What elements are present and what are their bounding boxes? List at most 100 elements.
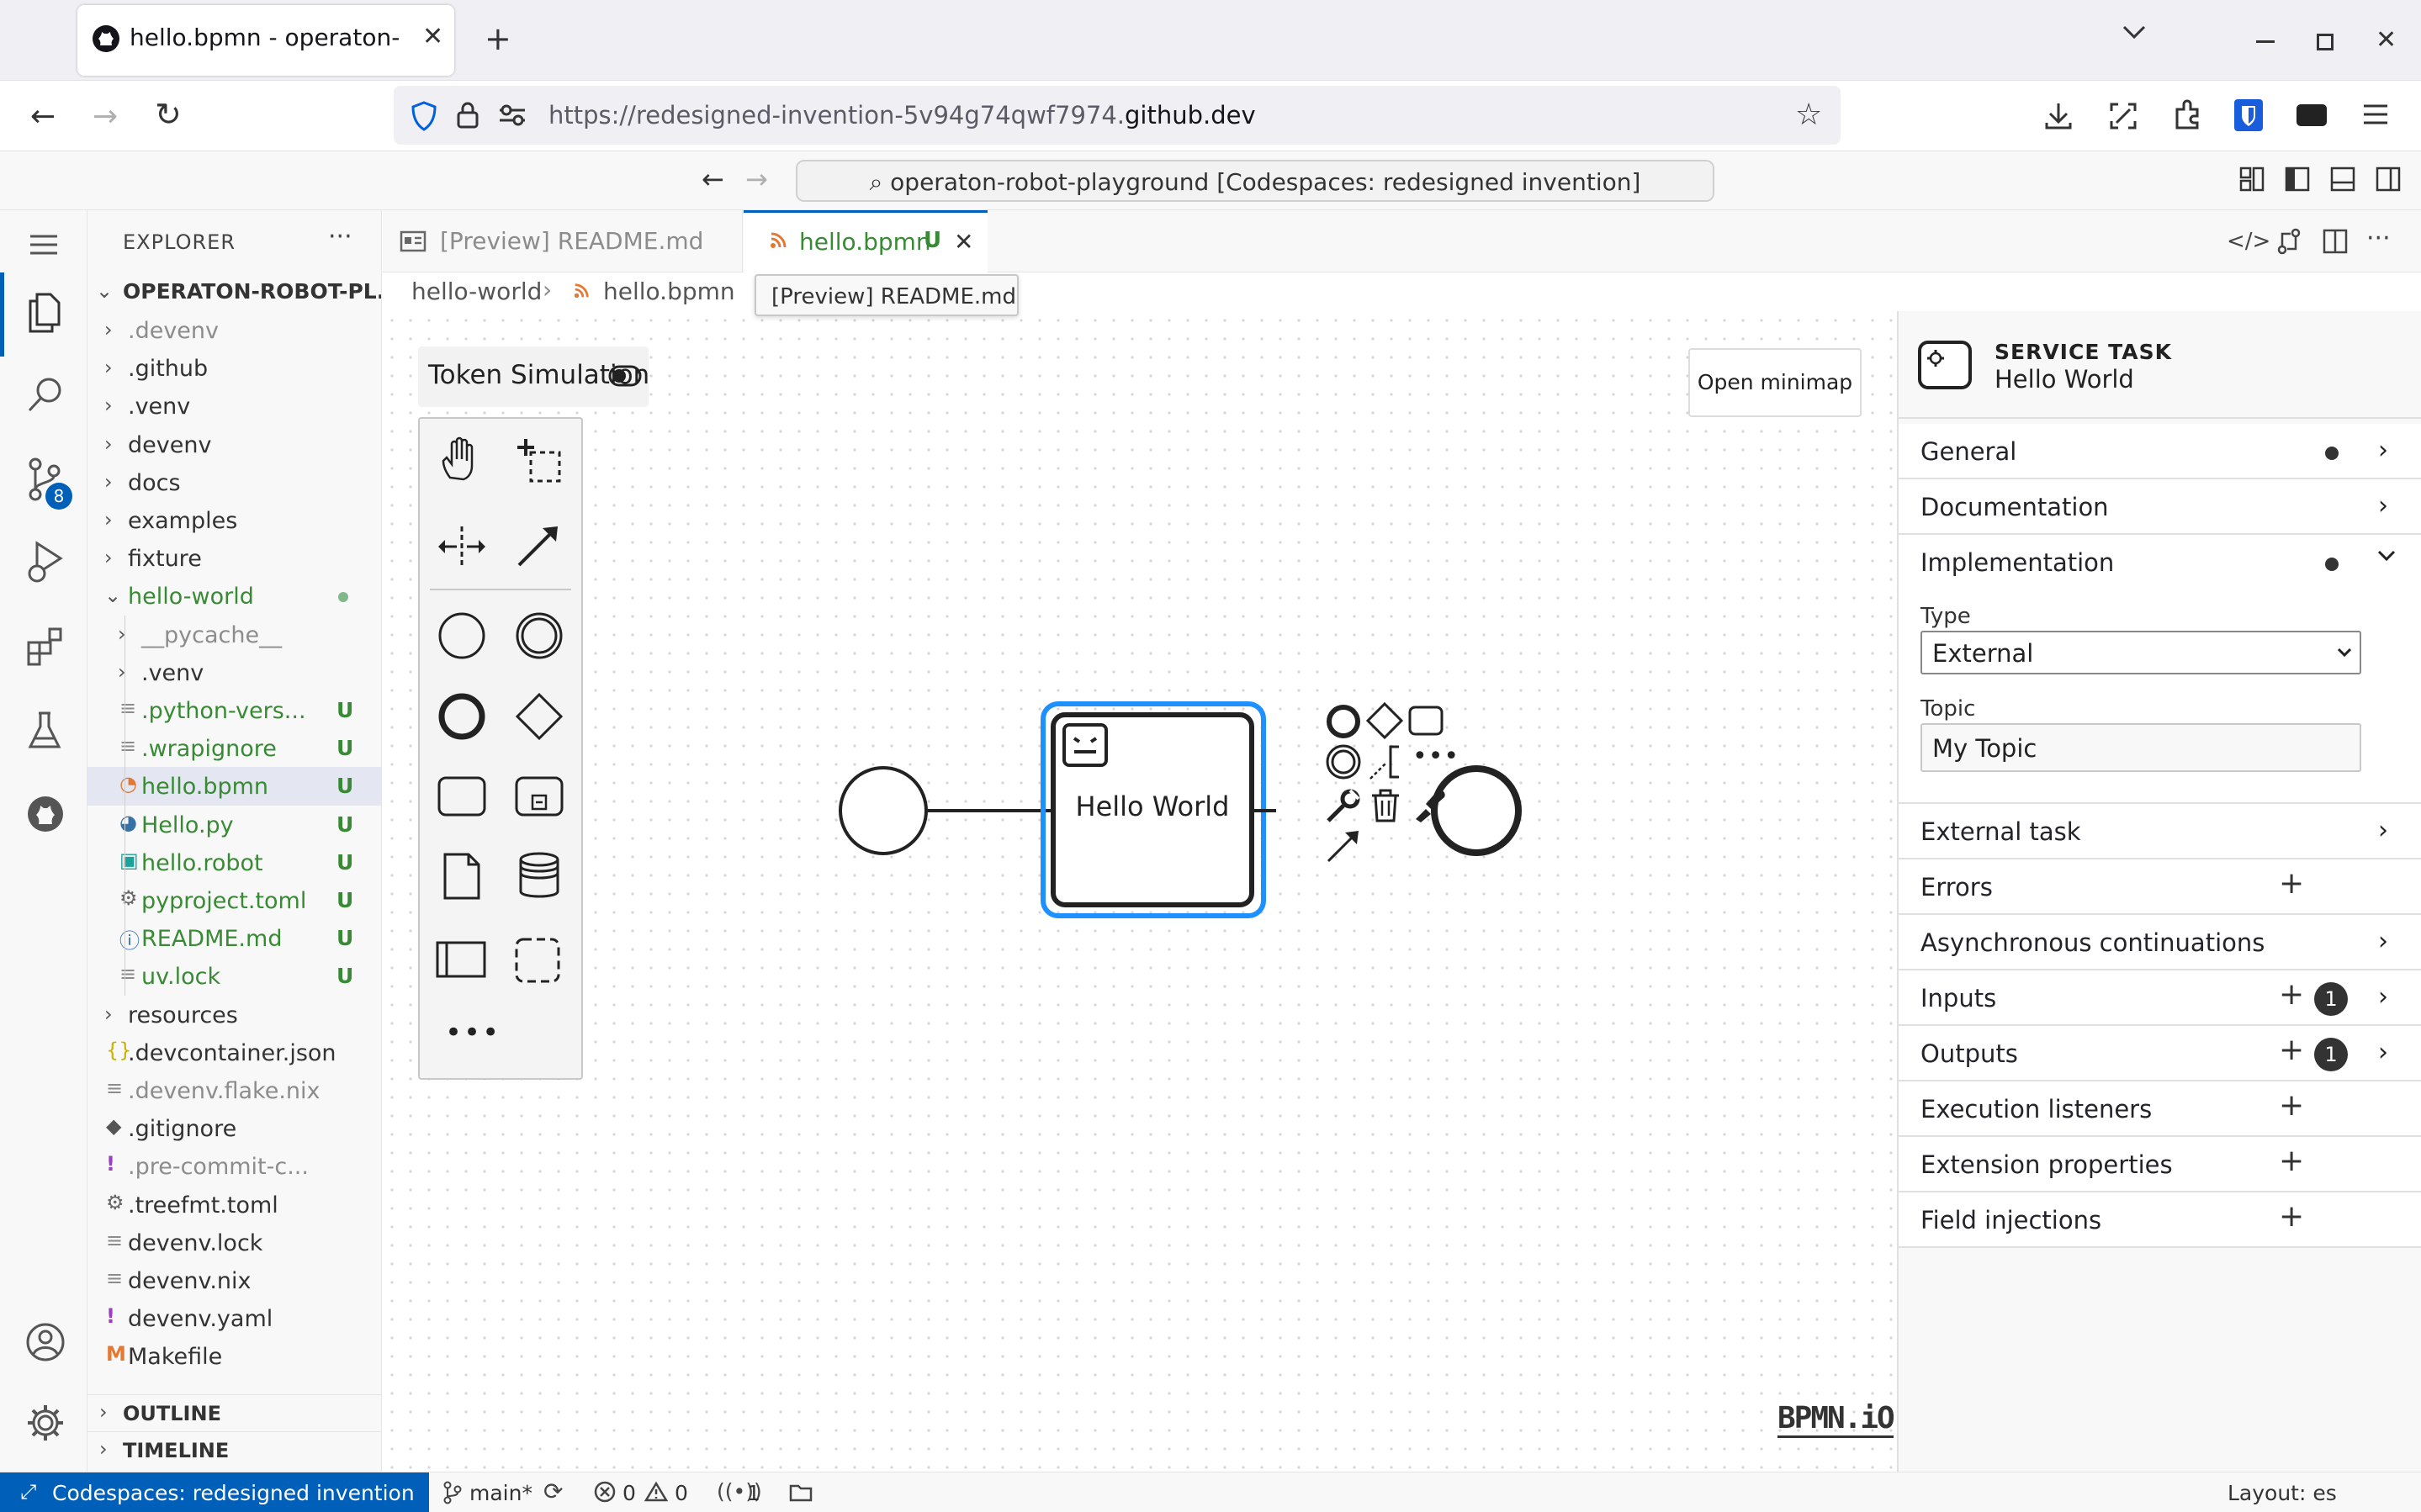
url-text[interactable]: https://redesigned-invention-5v94g74qwf7… <box>548 101 1256 130</box>
warning-count[interactable]: 0 <box>675 1481 688 1505</box>
explorer-root[interactable]: ⌄ OPERATON-ROBOT-PL... <box>87 272 381 311</box>
group-extension-properties[interactable]: Extension properties + <box>1899 1137 2421 1192</box>
tree-folder[interactable]: › resources <box>87 996 381 1034</box>
tree-file[interactable]: ▣ hello.robot U <box>87 843 381 882</box>
bookmark-star-icon[interactable]: ☆ <box>1795 98 1822 132</box>
timeline-section[interactable]: › TIMELINE <box>87 1431 381 1470</box>
lock-icon[interactable] <box>456 101 479 130</box>
group-inputs[interactable]: Inputs + 1 › <box>1899 970 2421 1026</box>
group-field-injections[interactable]: Field injections + <box>1899 1192 2421 1248</box>
downloads-icon[interactable] <box>2044 101 2073 131</box>
tree-file[interactable]: ≡ .python-vers... U <box>87 691 381 730</box>
group-documentation[interactable]: Documentation › <box>1899 479 2421 535</box>
minimize-window-icon[interactable] <box>2256 40 2275 43</box>
crumb-file[interactable]: hello.bpmn <box>603 278 735 305</box>
group-external-task[interactable]: External task › <box>1899 804 2421 859</box>
go-back-icon[interactable]: ← <box>702 163 724 195</box>
extensions-icon[interactable] <box>2172 99 2202 131</box>
tree-folder[interactable]: ⌄ hello-world <box>87 577 381 616</box>
reload-icon[interactable]: ↻ <box>155 96 182 133</box>
menu-icon[interactable] <box>29 234 59 256</box>
group-execution-listeners[interactable]: Execution listeners + <box>1899 1081 2421 1137</box>
testing-icon[interactable] <box>27 710 62 752</box>
add-output-icon[interactable]: + <box>2279 1033 2304 1067</box>
outline-section[interactable]: › OUTLINE <box>87 1394 381 1431</box>
bitwarden-icon[interactable] <box>2234 99 2263 131</box>
explorer-more-icon[interactable]: ··· <box>328 222 352 251</box>
group-outputs[interactable]: Outputs + 1 › <box>1899 1026 2421 1081</box>
new-tab-icon[interactable]: + <box>485 20 511 57</box>
append-gateway-icon[interactable] <box>1365 701 1404 740</box>
tree-folder[interactable]: › .venv <box>87 653 381 692</box>
tree-folder[interactable]: › fixture <box>87 539 381 578</box>
delete-trash-icon[interactable] <box>1369 787 1402 824</box>
container-icon[interactable] <box>2297 104 2327 126</box>
maximize-window-icon[interactable] <box>2317 34 2334 50</box>
change-type-wrench-icon[interactable] <box>1325 787 1362 824</box>
toggle-secondary-sidebar-icon[interactable] <box>2376 167 2401 192</box>
screenshot-icon[interactable] <box>2108 101 2138 131</box>
error-count[interactable]: 0 <box>622 1481 636 1505</box>
append-task-icon[interactable] <box>1407 705 1444 737</box>
command-center[interactable]: ⌕ operaton-robot-playground [Codespaces:… <box>796 160 1714 202</box>
go-forward-icon[interactable]: → <box>745 163 768 195</box>
close-editor-icon[interactable]: ✕ <box>954 228 973 256</box>
tree-file[interactable]: ≡ devenv.nix <box>87 1261 381 1300</box>
toggle-panel-icon[interactable] <box>2330 167 2355 192</box>
split-editor-icon[interactable] <box>2323 229 2348 254</box>
tab-hello-bpmn[interactable]: hello.bpmn U ✕ <box>744 210 988 272</box>
back-icon[interactable]: ← <box>30 99 56 134</box>
tree-folder[interactable]: › .devenv <box>87 311 381 350</box>
tab-readme-preview[interactable]: [Preview] README.md <box>383 210 743 272</box>
tree-folder[interactable]: › .venv <box>87 387 381 426</box>
bpmn-io-watermark[interactable]: BPMN.iO <box>1777 1401 1895 1438</box>
topic-input[interactable]: My Topic <box>1920 723 2361 772</box>
folder-icon[interactable] <box>789 1483 813 1503</box>
github-view-icon[interactable] <box>25 794 66 834</box>
tree-file[interactable]: {} .devcontainer.json <box>87 1034 381 1072</box>
forward-icon[interactable]: → <box>93 99 118 134</box>
bpmn-canvas[interactable]: Token Simulation ••• Open minimap Hello … <box>383 311 1897 1472</box>
tree-file[interactable]: ◔ hello.bpmn U <box>87 767 381 806</box>
tree-file[interactable]: ◕ Hello.py U <box>87 806 381 844</box>
tree-folder[interactable]: › devenv <box>87 426 381 464</box>
remote-indicator[interactable]: ⤢ Codespaces: redesigned invention <box>0 1472 429 1512</box>
tab-list-icon[interactable] <box>2122 24 2147 40</box>
customize-layout-icon[interactable] <box>2239 167 2265 192</box>
color-picker-icon[interactable] <box>1412 784 1449 822</box>
extensions-view-icon[interactable] <box>25 626 66 668</box>
connect-arrow-icon[interactable] <box>1325 827 1362 864</box>
tree-file[interactable]: ≡ devenv.lock <box>87 1224 381 1262</box>
group-async[interactable]: Asynchronous continuations › <box>1899 915 2421 970</box>
start-event[interactable] <box>839 766 928 855</box>
open-source-icon[interactable]: </> <box>2227 229 2270 254</box>
text-annotation-icon[interactable] <box>1369 743 1406 780</box>
tree-file[interactable]: ⚙ pyproject.toml U <box>87 881 381 920</box>
tree-file[interactable]: ◆ .gitignore <box>87 1109 381 1148</box>
tree-folder[interactable]: › examples <box>87 501 381 540</box>
search-view-icon[interactable] <box>25 375 66 415</box>
browser-tab-active[interactable]: hello.bpmn - operaton-ro ✕ <box>77 5 454 76</box>
tree-file[interactable]: ≡ .devenv.flake.nix <box>87 1071 381 1110</box>
compare-changes-icon[interactable] <box>2275 227 2302 256</box>
tree-folder[interactable]: › __pycache__ <box>87 616 381 654</box>
tree-file[interactable]: ⚙ .treefmt.toml <box>87 1186 381 1224</box>
manage-gear-icon[interactable] <box>25 1403 66 1443</box>
add-input-icon[interactable]: + <box>2279 977 2304 1012</box>
group-errors[interactable]: Errors + <box>1899 859 2421 915</box>
tree-folder[interactable]: › docs <box>87 463 381 502</box>
add-field-icon[interactable]: + <box>2279 1199 2304 1234</box>
append-end-event-icon[interactable] <box>1325 703 1362 740</box>
shield-icon[interactable] <box>411 101 437 131</box>
context-more-icon[interactable]: ••• <box>1412 742 1459 771</box>
crumb-folder[interactable]: hello-world <box>411 278 542 305</box>
add-listener-icon[interactable]: + <box>2279 1088 2304 1123</box>
tree-file[interactable]: M Makefile <box>87 1337 381 1376</box>
append-intermediate-event-icon[interactable] <box>1325 743 1362 780</box>
group-general[interactable]: General › <box>1899 424 2421 479</box>
keyboard-layout[interactable]: Layout: es <box>2228 1481 2337 1505</box>
editor-more-icon[interactable]: ··· <box>2366 224 2391 253</box>
hamburger-menu-icon[interactable] <box>2362 103 2389 126</box>
tree-folder[interactable]: › .github <box>87 349 381 388</box>
run-debug-icon[interactable] <box>25 540 66 585</box>
